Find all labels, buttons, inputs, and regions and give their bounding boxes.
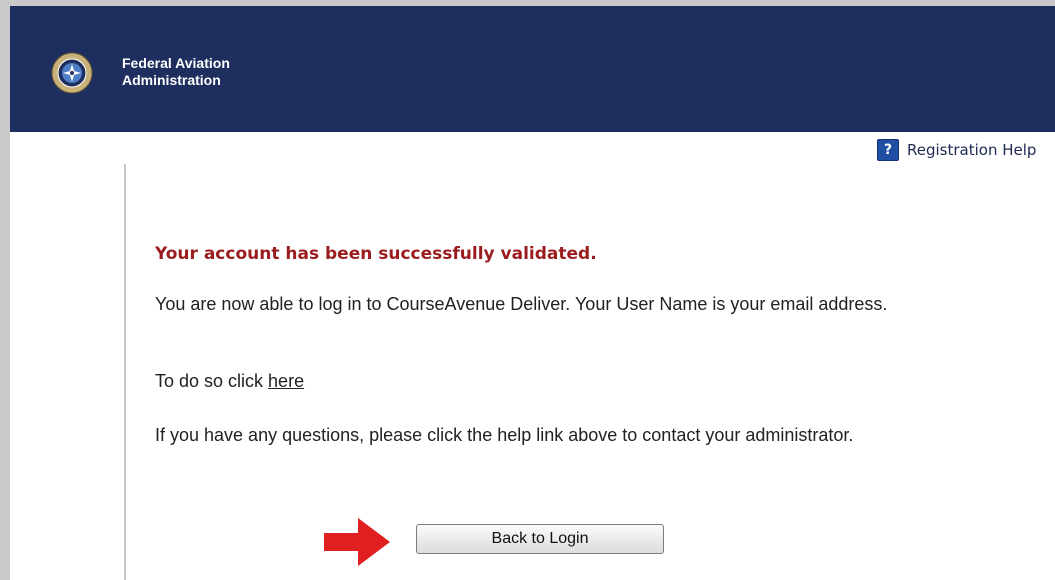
faa-seal-icon (51, 52, 93, 94)
registration-help-link[interactable]: ? Registration Help (877, 139, 1036, 161)
here-link[interactable]: here (268, 371, 304, 391)
click-here-prefix: To do so click (155, 371, 269, 391)
click-here-text: To do so click here (155, 370, 895, 392)
content-divider (124, 164, 126, 580)
contact-admin-text: If you have any questions, please click … (155, 425, 854, 445)
agency-name-line-1: Federal Aviation (122, 55, 230, 71)
red-arrow-right-icon (324, 518, 390, 566)
agency-name: Federal Aviation Administration (122, 55, 230, 89)
back-to-login-button[interactable]: Back to Login (416, 524, 664, 554)
question-mark-icon: ? (877, 139, 899, 161)
login-info-text: You are now able to log in to CourseAven… (155, 294, 888, 314)
agency-name-line-2: Administration (122, 72, 221, 88)
site-header: Federal Aviation Administration (10, 6, 1055, 132)
success-heading: Your account has been successfully valid… (155, 244, 597, 264)
registration-help-label: Registration Help (907, 141, 1037, 159)
